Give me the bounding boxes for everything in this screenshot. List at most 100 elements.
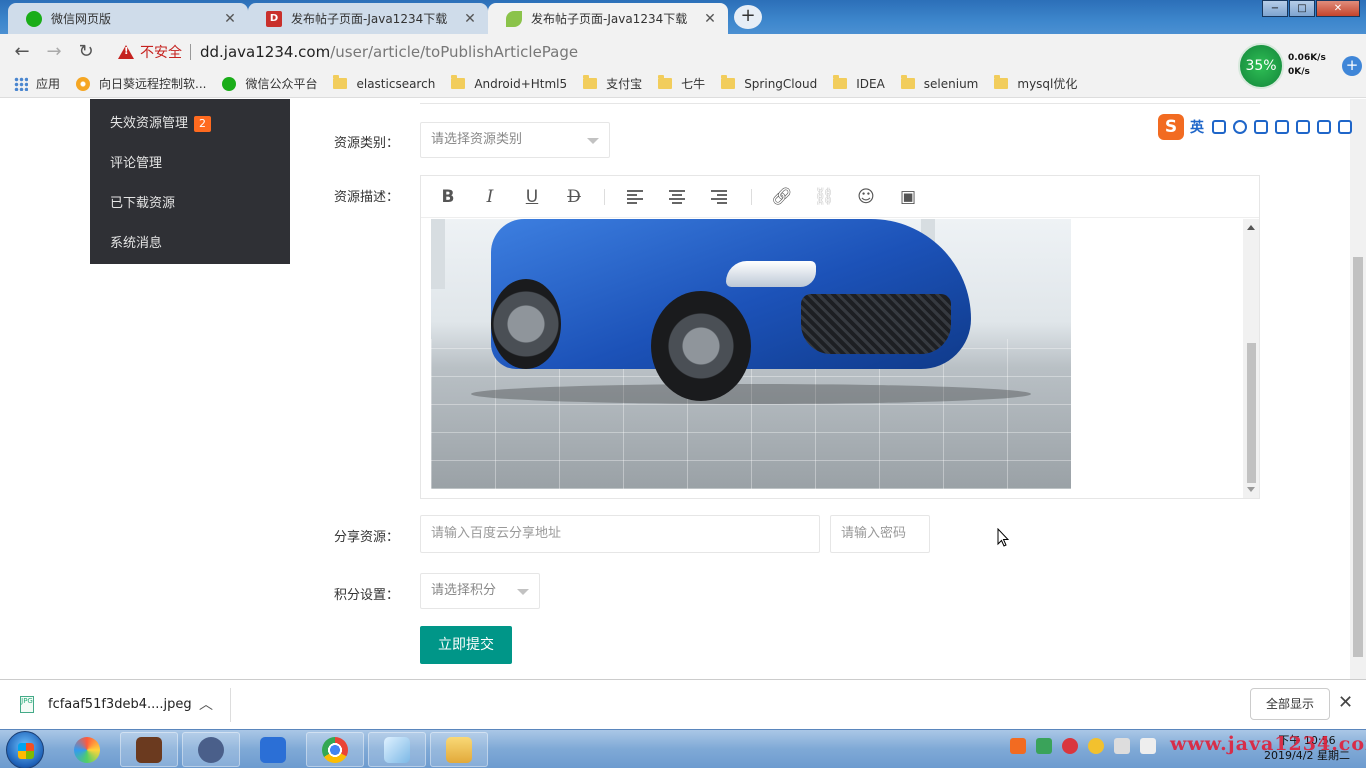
bookmark-folder-selenium[interactable]: selenium	[900, 75, 978, 91]
back-arrow-icon[interactable]: ←	[10, 40, 34, 64]
security-indicator[interactable]: 不安全	[140, 42, 182, 62]
skin-icon[interactable]	[1317, 120, 1331, 134]
italic-icon[interactable]: I	[479, 186, 501, 208]
editor-content-area[interactable]	[421, 219, 1243, 498]
display-icon[interactable]	[1140, 738, 1156, 754]
network-speed-widget[interactable]: 35% 0.06K/s 0K/s +	[1238, 40, 1366, 90]
tab-wechat-web[interactable]: 微信网页版 ✕	[8, 3, 248, 34]
taskbar-java-ide[interactable]	[120, 732, 178, 767]
browser-toolbar: ← → ↻ 不安全 dd.java1234.com /user/article/…	[0, 34, 1366, 70]
align-left-icon[interactable]	[627, 190, 643, 204]
scroll-up-arrow-icon[interactable]	[1247, 225, 1255, 230]
strikethrough-icon[interactable]: D	[563, 186, 585, 208]
bookmark-apps[interactable]: 应用	[14, 75, 60, 92]
taskbar-chrome[interactable]	[306, 732, 364, 767]
new-tab-button[interactable]: +	[734, 5, 762, 29]
bookmark-sunflower[interactable]: 向日葵远程控制软...	[76, 75, 206, 92]
forward-arrow-icon[interactable]: →	[42, 40, 66, 64]
network-icon[interactable]	[1114, 738, 1130, 754]
ime-mode[interactable]: 英	[1190, 117, 1204, 137]
scroll-thumb[interactable]	[1247, 343, 1256, 483]
grid-icon[interactable]	[1338, 120, 1352, 134]
bookmark-folder-springcloud[interactable]: SpringCloud	[721, 75, 817, 91]
taskbar-colorful-app[interactable]	[58, 732, 116, 767]
sidebar-item-invalid-resources[interactable]: 失效资源管理 2	[110, 113, 212, 135]
divider	[420, 103, 1260, 104]
user-icon[interactable]	[1296, 120, 1310, 134]
url-path: /user/article/toPublishArticlePage	[330, 43, 579, 61]
sidebar-item-label: 失效资源管理	[110, 116, 189, 131]
sidebar-item-downloaded[interactable]: 已下载资源	[110, 193, 175, 215]
scroll-down-arrow-icon[interactable]	[1247, 487, 1255, 492]
taskbar-notepad[interactable]	[368, 732, 426, 767]
tab-title: 发布帖子页面-Java1234下载	[291, 12, 448, 26]
page-scrollbar[interactable]	[1350, 99, 1366, 679]
background-pillar	[431, 219, 445, 289]
tab-close-icon[interactable]: ✕	[462, 11, 478, 27]
share-url-input[interactable]: 请输入百度云分享地址	[420, 515, 820, 553]
share-password-input[interactable]: 请输入密码	[830, 515, 930, 553]
wechat-icon	[26, 10, 42, 27]
image-icon[interactable]: ▣	[897, 186, 919, 208]
link-icon[interactable]: 🔗︎	[771, 186, 793, 208]
microphone-icon[interactable]	[1254, 120, 1268, 134]
start-button[interactable]	[6, 731, 44, 768]
punctuation-icon[interactable]	[1212, 120, 1226, 134]
bookmark-folder-elasticsearch[interactable]: elasticsearch	[333, 75, 435, 91]
sidebar-item-comments[interactable]: 评论管理	[110, 153, 162, 175]
app-icon	[74, 736, 100, 763]
page-scroll-thumb[interactable]	[1353, 257, 1363, 657]
folder-icon	[994, 75, 1009, 89]
show-all-downloads-button[interactable]: 全部显示	[1250, 688, 1330, 720]
close-icon[interactable]: ✕	[1338, 692, 1353, 713]
user-sidebar-menu: 失效资源管理 2 评论管理 已下载资源 系统消息	[90, 99, 290, 264]
underline-icon[interactable]: U	[521, 186, 543, 208]
bookmark-wechat-platform[interactable]: 微信公众平台	[222, 75, 317, 92]
tab-publish-page-active[interactable]: 发布帖子页面-Java1234下载 ✕	[488, 3, 728, 34]
net-load-percent: 35%	[1238, 43, 1284, 89]
shield-icon[interactable]	[1036, 738, 1052, 754]
update-icon[interactable]	[1088, 738, 1104, 754]
bookmark-folder-android[interactable]: Android+Html5	[451, 75, 567, 91]
emoji-icon[interactable]	[1233, 120, 1247, 134]
antivirus-icon[interactable]	[1062, 738, 1078, 754]
tab-publish-page[interactable]: D 发布帖子页面-Java1234下载 ✕	[248, 3, 488, 34]
address-bar[interactable]: 不安全 dd.java1234.com /user/article/toPubl…	[106, 38, 1226, 66]
reload-icon[interactable]: ↻	[74, 40, 98, 64]
url-separator	[190, 44, 191, 60]
maximize-button[interactable]: □	[1289, 0, 1315, 17]
sogou-ime-icon[interactable]: S	[1158, 114, 1184, 140]
tab-close-icon[interactable]: ✕	[222, 11, 238, 27]
emoji-icon[interactable]: ☺	[855, 186, 877, 208]
taskbar-mysql-tool[interactable]	[182, 732, 240, 767]
align-right-icon[interactable]	[711, 190, 727, 204]
mouse-cursor-icon	[997, 528, 1009, 547]
taskbar-wps[interactable]	[244, 732, 302, 767]
taskbar-explorer[interactable]	[430, 732, 488, 767]
page-content: 失效资源管理 2 评论管理 已下载资源 系统消息 资源类别： 请选择资源类别 资源…	[0, 99, 1350, 679]
sidebar-item-system-messages[interactable]: 系统消息	[110, 233, 162, 255]
close-window-button[interactable]: ✕	[1316, 0, 1360, 17]
submit-button[interactable]: 立即提交	[420, 626, 512, 664]
window-controls: − □ ✕	[1261, 0, 1360, 17]
minimize-button[interactable]: −	[1262, 0, 1288, 17]
site-watermark: www.java1234.com	[1170, 733, 1366, 755]
points-select[interactable]: 请选择积分	[420, 573, 540, 609]
tab-close-icon[interactable]: ✕	[702, 11, 718, 27]
download-file-name[interactable]: fcfaaf51f3deb4....jpeg	[48, 697, 192, 712]
car-grille	[801, 294, 951, 354]
plus-icon[interactable]: +	[1342, 56, 1362, 76]
chevron-up-icon[interactable]: ︿	[199, 694, 213, 714]
sogou-tray-icon[interactable]	[1010, 738, 1026, 754]
resource-type-select[interactable]: 请选择资源类别	[420, 122, 610, 158]
align-center-icon[interactable]	[669, 190, 685, 204]
bookmark-folder-qiniu[interactable]: 七牛	[658, 75, 705, 92]
keyboard-icon[interactable]	[1275, 120, 1289, 134]
bookmark-folder-idea[interactable]: IDEA	[833, 75, 885, 91]
editor-scrollbar[interactable]	[1243, 219, 1259, 498]
bold-icon[interactable]: B	[437, 186, 459, 208]
bookmark-folder-mysql[interactable]: mysql优化	[994, 75, 1077, 92]
unlink-icon[interactable]: ⛓︎	[813, 186, 835, 208]
bookmark-folder-alipay[interactable]: 支付宝	[583, 75, 642, 92]
ime-toolbar: S 英	[1158, 113, 1366, 141]
